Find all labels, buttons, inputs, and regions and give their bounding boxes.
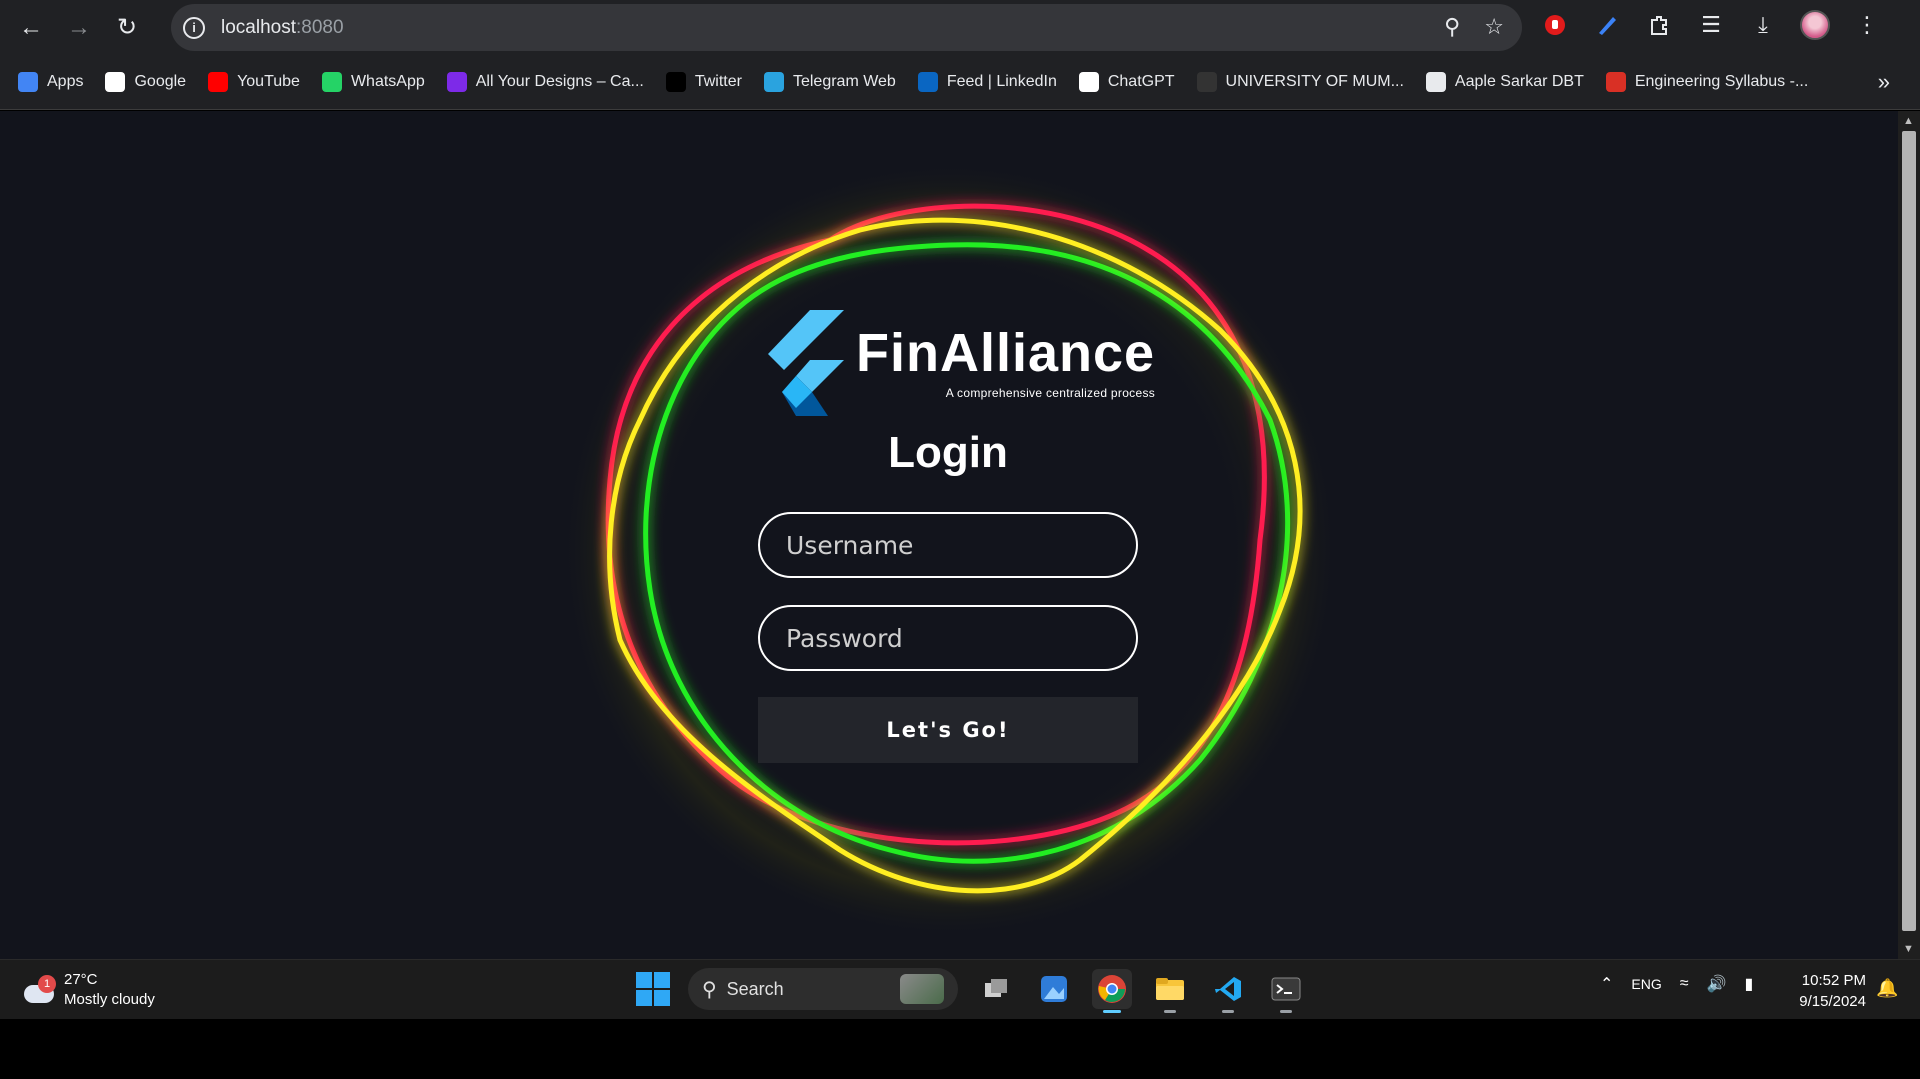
- search-highlight-image: [900, 974, 944, 1004]
- bookmark-label: Twitter: [694, 73, 742, 90]
- volume-icon[interactable]: 🔊: [1707, 974, 1727, 994]
- browser-toolbar: ← → ↻ i localhost:8080 ⚲ ☆ ☰ ⤓ ⋮: [0, 0, 1920, 55]
- bookmark-item[interactable]: Aaple Sarkar DBT: [1425, 72, 1584, 92]
- terminal-app-icon[interactable]: [1266, 969, 1306, 1013]
- university-icon: [1196, 72, 1217, 92]
- bookmark-item[interactable]: WhatsApp: [321, 72, 425, 92]
- url-port: :8080: [296, 16, 344, 38]
- bookmark-label: Aaple Sarkar DBT: [1454, 73, 1584, 90]
- canva-icon: [446, 72, 467, 92]
- bookmark-item[interactable]: Engineering Syllabus -...: [1605, 72, 1809, 92]
- page-scrollbar[interactable]: ▲ ▼: [1898, 111, 1920, 959]
- media-queue-icon[interactable]: ☰: [1696, 10, 1726, 40]
- language-indicator[interactable]: ENG: [1631, 976, 1661, 992]
- bookmark-label: Feed | LinkedIn: [946, 73, 1057, 90]
- bookmark-item[interactable]: Apps: [18, 72, 83, 92]
- telegram-icon: [763, 72, 784, 92]
- apps-grid-icon: [18, 72, 38, 92]
- scrollbar-thumb[interactable]: [1902, 131, 1916, 931]
- reload-icon[interactable]: ↻: [110, 11, 144, 45]
- bookmarks-bar: Apps Google YouTube WhatsApp All Your Design…: [0, 55, 1920, 110]
- x-icon: [665, 72, 686, 92]
- menu-kebab-icon[interactable]: ⋮: [1852, 10, 1882, 40]
- password-input[interactable]: [758, 605, 1138, 671]
- wifi-icon[interactable]: ≈: [1680, 975, 1689, 993]
- zoom-icon[interactable]: ⚲: [1444, 14, 1460, 40]
- youtube-icon: [208, 72, 229, 92]
- bookmark-item[interactable]: Google: [105, 72, 186, 92]
- bookmark-label: All Your Designs – Ca...: [475, 73, 644, 90]
- system-clock[interactable]: 10:52 PM 9/15/2024: [1790, 970, 1866, 1012]
- back-icon[interactable]: ←: [14, 11, 48, 45]
- username-input[interactable]: [758, 512, 1138, 578]
- address-bar[interactable]: i localhost:8080 ⚲ ☆: [171, 4, 1522, 51]
- brand-logo: FinAlliance A comprehensive centralized …: [760, 310, 1155, 416]
- weather-temperature: 27°C: [64, 971, 98, 988]
- notification-bell-icon[interactable]: 🔔: [1876, 978, 1898, 999]
- profile-avatar[interactable]: [1800, 10, 1830, 40]
- bookmark-item[interactable]: YouTube: [208, 72, 300, 92]
- whatsapp-icon: [321, 72, 342, 92]
- bookmark-label: ChatGPT: [1107, 73, 1175, 90]
- clock-time: 10:52 PM: [1801, 972, 1866, 989]
- clock-date: 9/15/2024: [1799, 993, 1866, 1010]
- windows-taskbar: 1 27°C Mostly cloudy ⚲ Search ⌃ ENG ≈ 🔊 …: [0, 959, 1920, 1019]
- download-icon[interactable]: ⤓: [1748, 10, 1778, 40]
- linkedin-icon: [917, 72, 938, 92]
- taskbar-search[interactable]: ⚲ Search: [688, 968, 958, 1010]
- photos-app-icon[interactable]: [1034, 969, 1074, 1009]
- file-explorer-icon[interactable]: [1150, 969, 1190, 1013]
- bookmark-item[interactable]: Twitter: [665, 72, 742, 92]
- syllabus-icon: [1605, 72, 1626, 92]
- flutter-logo-icon: [768, 310, 844, 416]
- bookmark-label: Apps: [47, 73, 84, 90]
- site-info-icon[interactable]: i: [183, 16, 205, 39]
- weather-description: Mostly cloudy: [64, 991, 155, 1008]
- bookmark-item[interactable]: All Your Designs – Ca...: [446, 72, 644, 92]
- chrome-app-icon[interactable]: [1092, 969, 1132, 1013]
- chatgpt-icon: [1078, 72, 1099, 92]
- adblock-extension-icon[interactable]: [1540, 10, 1570, 40]
- pen-extension-icon[interactable]: [1592, 10, 1622, 40]
- screen-bottom-letterbox: [0, 1019, 1920, 1079]
- login-heading: Login: [888, 428, 1008, 477]
- more-bookmarks-icon[interactable]: »: [1878, 69, 1890, 95]
- bookmark-item[interactable]: UNIVERSITY OF MUM...: [1196, 72, 1404, 92]
- bookmark-label: YouTube: [237, 73, 300, 90]
- url-host: localhost: [221, 16, 296, 38]
- cloudy-weather-icon: 1: [22, 975, 56, 1005]
- weather-widget[interactable]: 1 27°C Mostly cloudy: [22, 970, 155, 1010]
- bookmark-star-icon[interactable]: ☆: [1484, 14, 1504, 40]
- battery-icon[interactable]: ▮: [1744, 974, 1753, 994]
- taskbar-search-label: Search: [726, 978, 784, 999]
- bookmark-label: Google: [134, 73, 187, 90]
- bookmark-label: Telegram Web: [792, 73, 896, 90]
- scroll-up-icon[interactable]: ▲: [1903, 115, 1914, 127]
- url-text[interactable]: localhost:8080: [221, 17, 344, 39]
- show-hidden-icons-chevron-icon[interactable]: ⌃: [1600, 974, 1613, 994]
- forward-icon[interactable]: →: [62, 11, 96, 45]
- bookmark-item[interactable]: Feed | LinkedIn: [917, 72, 1057, 92]
- task-view-icon[interactable]: [976, 969, 1016, 1009]
- extensions-puzzle-icon[interactable]: [1644, 10, 1674, 40]
- bookmark-item[interactable]: Telegram Web: [763, 72, 896, 92]
- bookmark-label: Engineering Syllabus -...: [1634, 73, 1809, 90]
- system-tray: ⌃ ENG ≈ 🔊 ▮: [1600, 974, 1753, 994]
- windows-start-icon[interactable]: [636, 972, 670, 1006]
- brand-tagline: A comprehensive centralized process: [945, 386, 1156, 400]
- bookmark-label: WhatsApp: [350, 73, 425, 90]
- vscode-app-icon[interactable]: [1208, 969, 1248, 1013]
- google-icon: [105, 72, 126, 92]
- bookmark-label: UNIVERSITY OF MUM...: [1225, 73, 1404, 90]
- document-icon: [1425, 72, 1446, 92]
- bookmark-item[interactable]: ChatGPT: [1078, 72, 1175, 92]
- search-icon: ⚲: [702, 978, 717, 1001]
- login-submit-button[interactable]: Let's Go!: [758, 697, 1138, 763]
- brand-name: FinAlliance: [856, 323, 1156, 383]
- weather-badge: 1: [38, 975, 56, 993]
- scroll-down-icon[interactable]: ▼: [1903, 943, 1914, 955]
